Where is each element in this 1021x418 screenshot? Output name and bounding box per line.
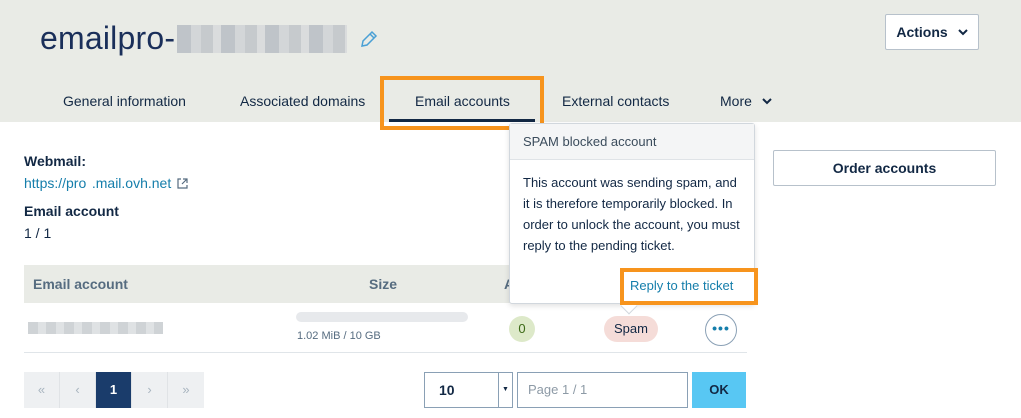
reply-ticket-link[interactable]: Reply to the ticket: [630, 278, 733, 293]
ellipsis-icon: •••: [712, 320, 730, 336]
external-link-icon: [177, 177, 188, 189]
actions-button[interactable]: Actions: [885, 14, 979, 50]
go-page-button[interactable]: OK: [692, 372, 746, 408]
popover-title: SPAM blocked account: [510, 124, 754, 160]
webmail-link[interactable]: https://pro .mail.ovh.net: [24, 175, 188, 191]
prev-page-button[interactable]: ‹: [60, 372, 96, 408]
dropdown-arrow-icon: ▼: [498, 373, 512, 407]
size-progress-bar: [296, 312, 468, 322]
column-size[interactable]: Size: [369, 265, 397, 303]
tab-external-contacts[interactable]: External contacts: [562, 80, 669, 122]
size-text: 1.02 MiB / 10 GB: [297, 330, 381, 342]
column-email-account[interactable]: Email account: [33, 265, 128, 303]
webmail-link-text: https://pro .mail.ovh.net: [24, 175, 172, 191]
tab-associated-domains[interactable]: Associated domains: [240, 80, 365, 122]
tab-more[interactable]: More: [720, 80, 772, 122]
chevron-down-icon: [762, 98, 772, 105]
email-account-label: Email account: [24, 203, 119, 219]
chevron-down-icon: [957, 29, 968, 36]
tab-more-label: More: [720, 93, 752, 109]
redacted-email-address: [28, 322, 163, 334]
page-number-input[interactable]: Page 1 / 1: [517, 372, 688, 408]
email-account-count: 1 / 1: [24, 225, 52, 241]
order-accounts-button[interactable]: Order accounts: [773, 150, 996, 186]
pagination: « ‹ 1 › »: [24, 372, 204, 408]
page-1-button[interactable]: 1: [96, 372, 132, 408]
page-title: emailpro-: [40, 20, 176, 56]
popover-body: This account was sending spam, and it is…: [523, 175, 740, 253]
row-divider: [24, 352, 747, 353]
alias-count-badge: 0: [509, 316, 535, 342]
next-page-button[interactable]: ›: [132, 372, 168, 408]
tab-general-information[interactable]: General information: [63, 80, 186, 122]
row-actions-button[interactable]: •••: [705, 314, 737, 346]
page-size-select[interactable]: 10 ▼: [424, 372, 513, 408]
status-badge[interactable]: Spam: [604, 316, 658, 342]
redacted-name: [177, 24, 348, 53]
last-page-button[interactable]: »: [168, 372, 204, 408]
actions-label: Actions: [896, 24, 948, 40]
title-area: emailpro-: [40, 20, 379, 57]
edit-pencil-icon[interactable]: [359, 29, 379, 49]
tab-highlight-box: [380, 76, 544, 130]
first-page-button[interactable]: «: [24, 372, 60, 408]
webmail-label: Webmail:: [24, 153, 86, 169]
page-size-value: 10: [439, 382, 455, 398]
